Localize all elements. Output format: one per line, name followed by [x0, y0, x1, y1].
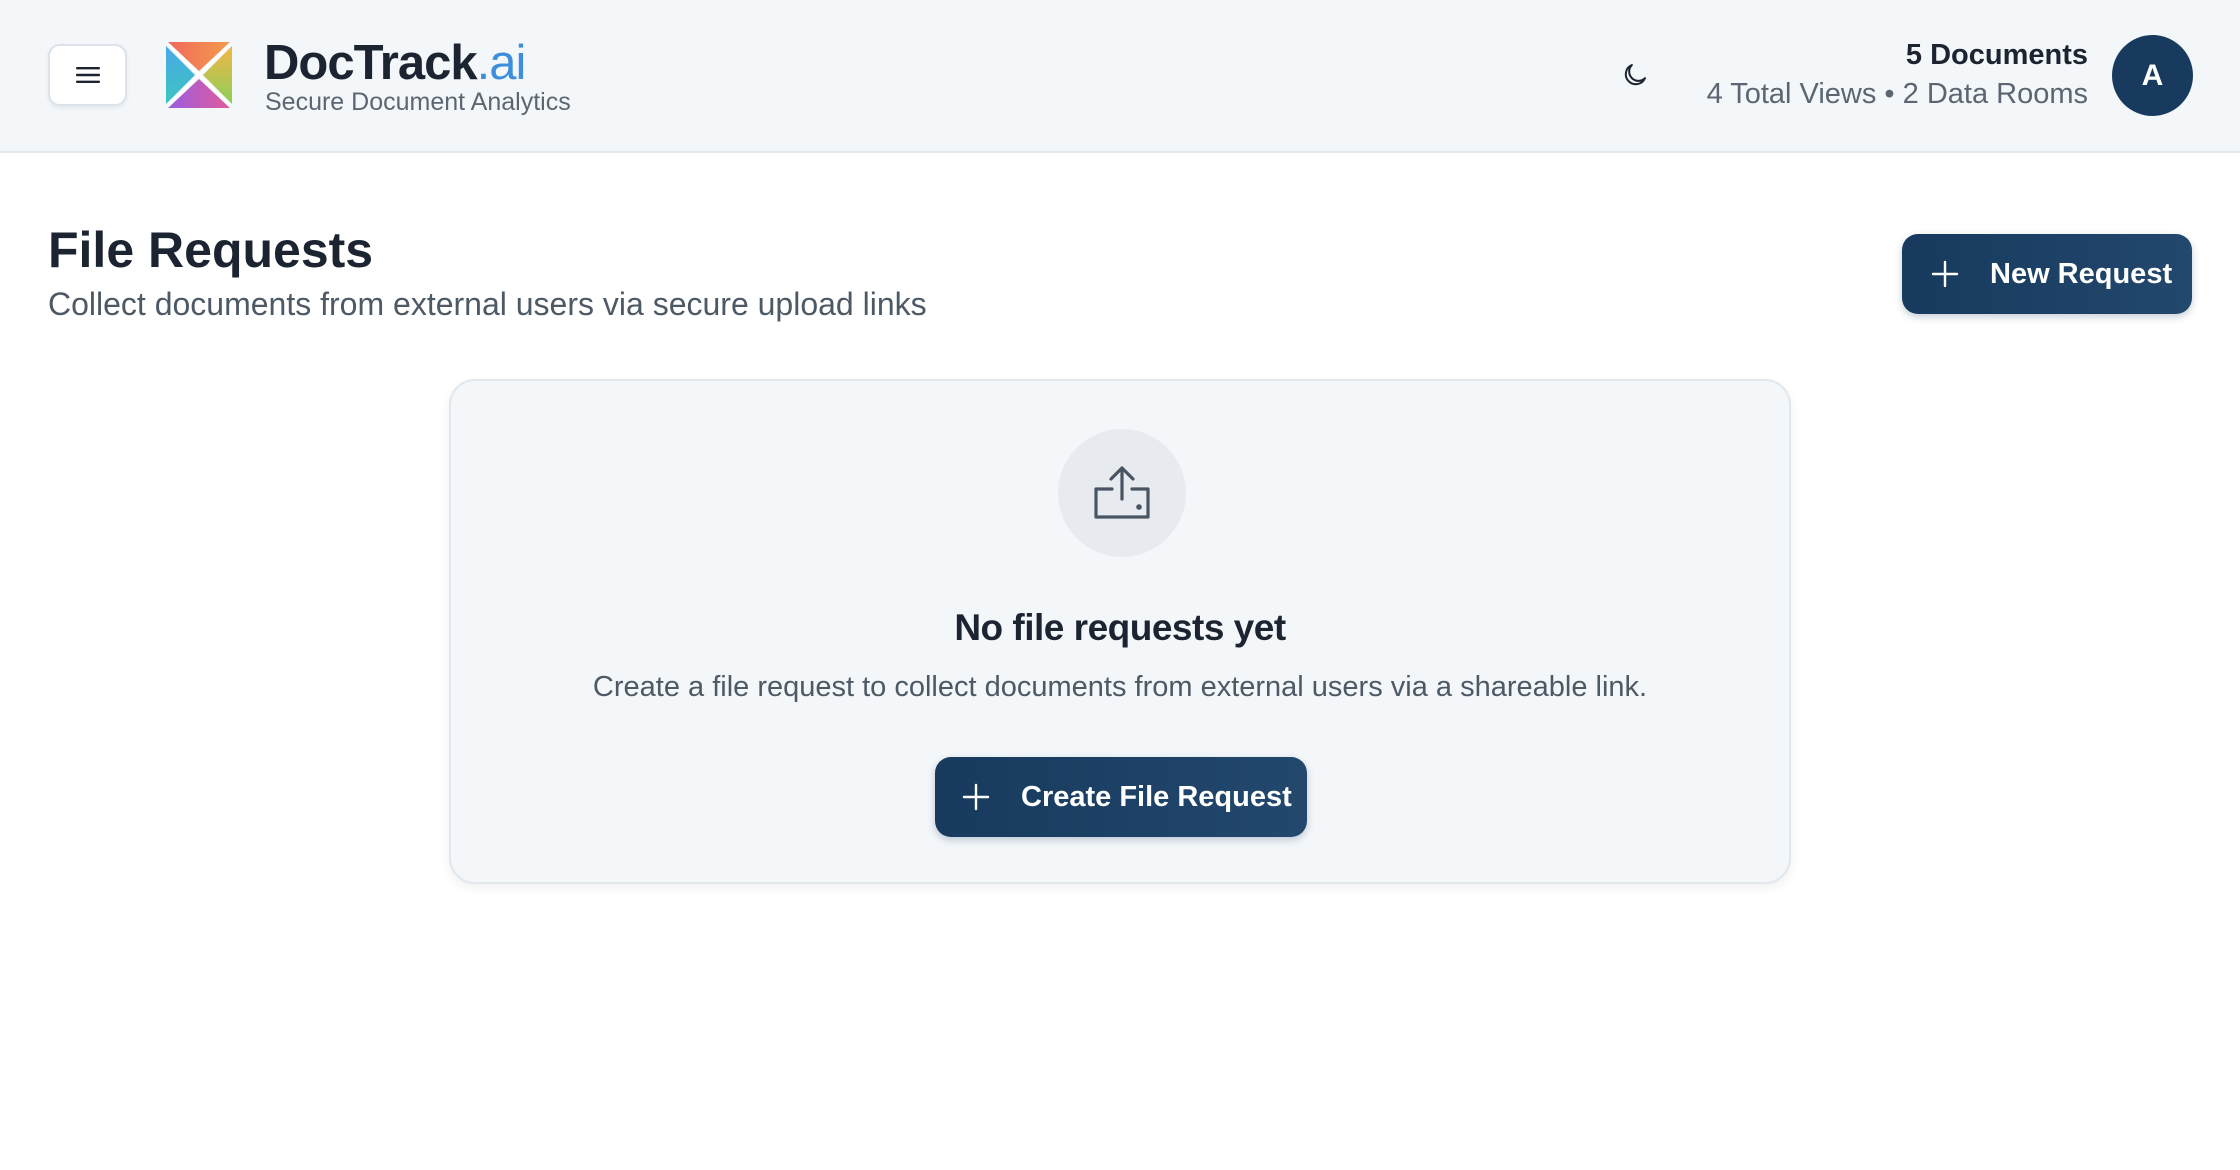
page-subtitle: Collect documents from external users vi… [48, 286, 927, 322]
create-file-request-label: Create File Request [1021, 780, 1292, 813]
brand-name[interactable]: DocTrack.ai [264, 34, 527, 92]
menu-toggle-button[interactable] [48, 44, 127, 106]
empty-state-card: No file requests yet Create a file reque… [449, 379, 1791, 884]
empty-state-title: No file requests yet [954, 607, 1286, 648]
header-stats: 5 Documents 4 Total Views • 2 Data Rooms [1707, 36, 2088, 114]
brand-name-suffix: .ai [476, 36, 527, 90]
user-avatar[interactable]: A [2112, 35, 2193, 116]
plus-icon [962, 783, 990, 811]
moon-icon [1624, 64, 1646, 86]
doctrack-logo[interactable] [162, 38, 236, 112]
page-title: File Requests [48, 222, 374, 278]
documents-count: 5 Documents [1905, 39, 2088, 71]
top-header: DocTrack.ai Secure Document Analytics 5 … [0, 0, 2240, 153]
upload-tray-icon [1094, 466, 1150, 519]
create-file-request-button[interactable]: Create File Request [935, 757, 1307, 837]
views-rooms-summary: 4 Total Views • 2 Data Rooms [1706, 78, 2088, 110]
empty-state-description: Create a file request to collect documen… [592, 671, 1648, 703]
new-request-label: New Request [1990, 257, 2173, 290]
hamburger-icon [75, 67, 100, 83]
empty-state-icon-circle [1058, 429, 1186, 557]
plus-icon [1931, 260, 1959, 288]
theme-toggle-button[interactable] [1614, 54, 1656, 96]
new-request-button[interactable]: New Request [1902, 234, 2192, 314]
brand-name-main: DocTrack [264, 36, 478, 90]
brand-tagline: Secure Document Analytics [265, 88, 571, 116]
